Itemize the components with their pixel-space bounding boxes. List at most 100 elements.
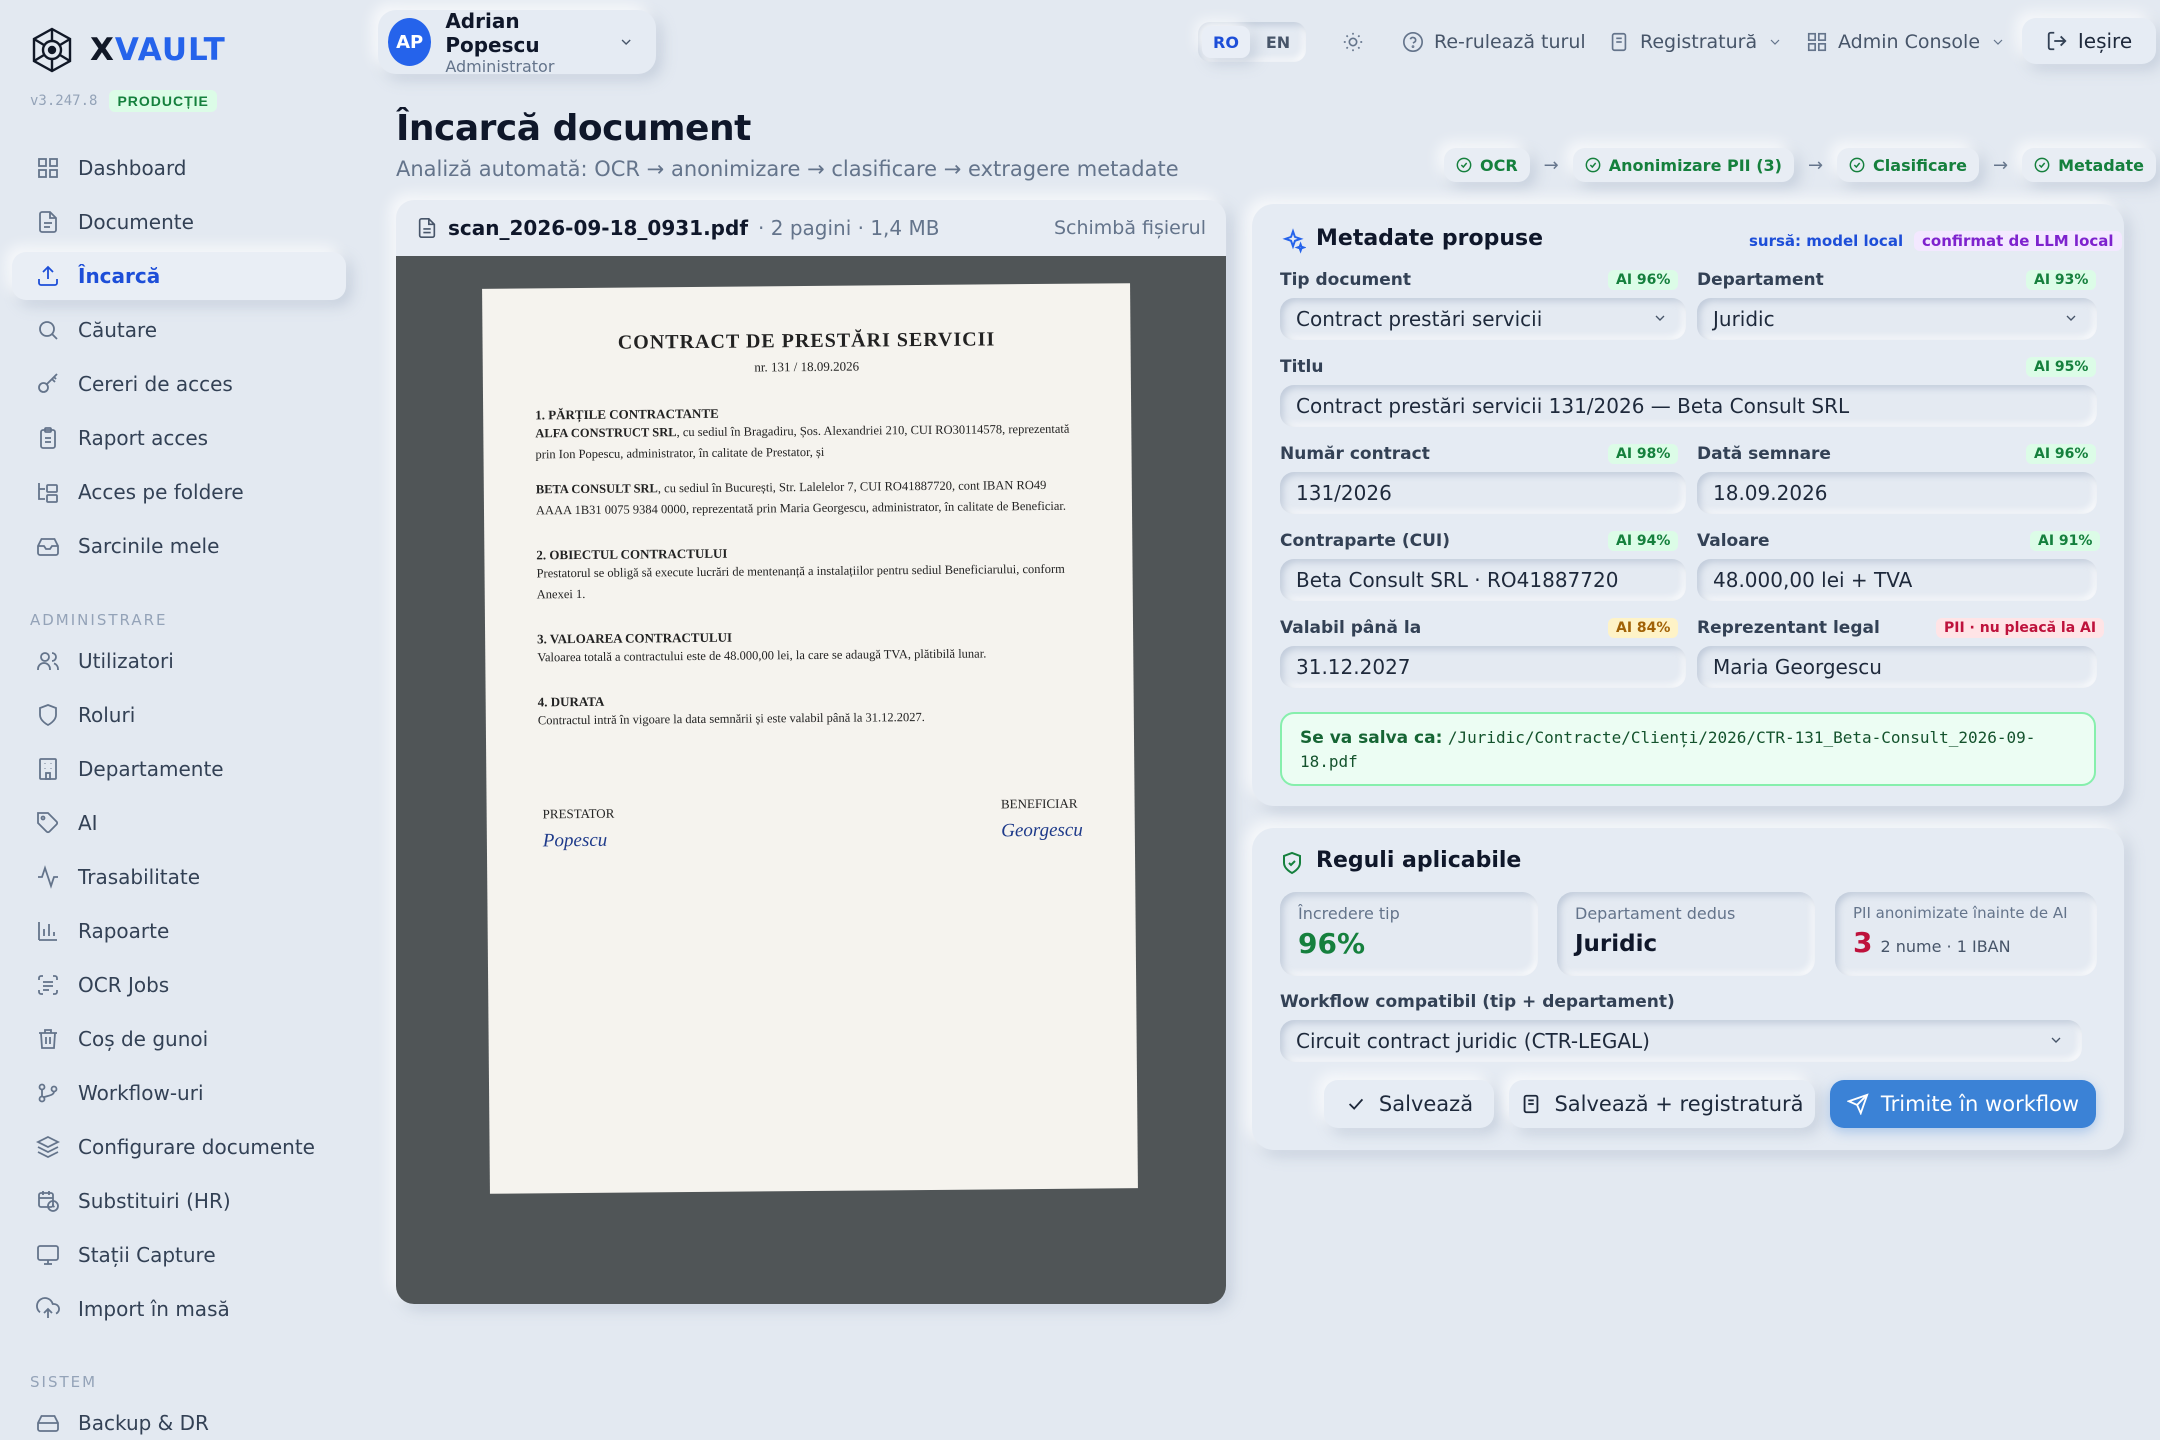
- sidebar-item-ai[interactable]: AI: [12, 799, 346, 847]
- sidebar-item-departamente[interactable]: Departamente: [12, 745, 346, 793]
- user-menu[interactable]: AP Adrian Popescu Administrator: [378, 9, 656, 76]
- sidebar-item-cereri-de-acces[interactable]: Cereri de acces: [12, 360, 346, 408]
- titlu-input[interactable]: Contract prestări servicii 131/2026 — Be…: [1280, 385, 2097, 427]
- sidebar-item-rapoarte[interactable]: Rapoarte: [12, 907, 346, 955]
- sidebar-item-roluri[interactable]: Roluri: [12, 691, 346, 739]
- sidebar-item-acces-pe-foldere[interactable]: Acces pe foldere: [12, 468, 346, 516]
- sidebar-item-ocr-jobs[interactable]: OCR Jobs: [12, 961, 346, 1009]
- inbox-icon: [37, 538, 59, 556]
- logout-button[interactable]: Ieșire: [2022, 18, 2156, 64]
- valoare-input[interactable]: 48.000,00 lei + TVA: [1697, 559, 2097, 601]
- trash-icon: [39, 1029, 57, 1049]
- file-text-icon: [418, 218, 436, 238]
- reprezentant-input[interactable]: Maria Georgescu: [1697, 646, 2097, 688]
- label-titlu: Titlu: [1280, 357, 1324, 377]
- file-name: scan_2026-09-18_0931.pdf: [448, 216, 749, 240]
- step-arrow: →: [1807, 154, 1824, 176]
- sidebar-item-backup-dr[interactable]: Backup & DR: [12, 1399, 346, 1440]
- cloud-upload-icon: [36, 1297, 60, 1318]
- file-meta: · 2 pagini · 1,4 MB: [758, 216, 940, 240]
- app-logo[interactable]: XVAULT: [28, 26, 226, 74]
- sidebar-item-încarcă[interactable]: Încarcă: [12, 252, 346, 300]
- logout-label: Ieșire: [2077, 29, 2133, 53]
- sidebar-item-label: Coș de gunoi: [78, 1027, 209, 1051]
- doc-title: CONTRACT DE PRESTĂRI SERVICII: [617, 328, 996, 354]
- version-info: v3.247.8 PRODUCȚIE: [30, 90, 217, 112]
- workflow-select[interactable]: Circuit contract juridic (CTR-LEGAL): [1280, 1020, 2082, 1062]
- sidebar-item-import-în-masă[interactable]: Import în masă: [12, 1285, 346, 1333]
- clipboard-icon: [40, 427, 56, 449]
- rerun-tour-button[interactable]: Re-rulează turul: [1402, 22, 1586, 62]
- sidebar-item-label: Substituiri (HR): [78, 1189, 231, 1213]
- folder-tree-icon: [38, 483, 58, 503]
- label-tip-document: Tip document: [1280, 270, 1412, 290]
- metadata-title: Metadate propuse: [1316, 226, 1544, 251]
- grid-icon: [1807, 32, 1827, 52]
- sidebar-item-label: Căutare: [78, 318, 158, 342]
- signature-right: BENEFICIAR Georgescu: [1000, 795, 1083, 842]
- sidebar-item-căutare[interactable]: Căutare: [12, 306, 346, 354]
- sidebar-item-label: Utilizatori: [78, 649, 174, 673]
- upload-icon: [38, 265, 58, 286]
- valabil-input[interactable]: 31.12.2027: [1280, 646, 1686, 688]
- stat-department: Departament dedus Juridic: [1557, 892, 1815, 976]
- sidebar-item-sarcinile-mele[interactable]: Sarcinile mele: [12, 522, 346, 570]
- monitor-icon: [37, 1245, 59, 1265]
- scan-text-icon: [38, 975, 58, 995]
- numar-contract-input[interactable]: 131/2026: [1280, 472, 1686, 514]
- sidebar-item-raport-acces[interactable]: Raport acces: [12, 414, 346, 462]
- scanned-page: CONTRACT DE PRESTĂRI SERVICII nr. 131 / …: [482, 283, 1138, 1194]
- theme-toggle[interactable]: [1342, 22, 1364, 62]
- admin-console-menu[interactable]: Admin Console: [1806, 22, 2006, 62]
- doc-paragraph: BETA CONSULT SRL, cu sediul în București…: [535, 477, 1067, 518]
- departament-select[interactable]: Juridic: [1697, 298, 2097, 340]
- lang-ro[interactable]: RO: [1202, 26, 1250, 58]
- sidebar-item-label: Stații Capture: [78, 1243, 216, 1267]
- sidebar-nav-main: Dashboard Documente Încarcă Căutare Cereri d…: [12, 144, 346, 576]
- doc-paragraph: ALFA CONSTRUCT SRL, cu sediul în Bragadi…: [535, 421, 1070, 462]
- label-workflow: Workflow compatibil (tip + departament): [1280, 992, 1675, 1012]
- sidebar-item-stații-capture[interactable]: Stații Capture: [12, 1231, 346, 1279]
- sidebar-item-configurare-documente[interactable]: Configurare documente: [12, 1123, 346, 1171]
- sidebar-item-workflow-uri[interactable]: Workflow-uri: [12, 1069, 346, 1117]
- save-button[interactable]: Salvează: [1324, 1080, 1494, 1128]
- key-icon: [38, 373, 58, 393]
- document-preview: CONTRACT DE PRESTĂRI SERVICII nr. 131 / …: [396, 256, 1226, 1304]
- file-icon: [39, 211, 57, 233]
- change-file-link[interactable]: Schimbă fișierul: [1054, 217, 1206, 239]
- lang-en[interactable]: EN: [1254, 26, 1302, 58]
- data-semnare-input[interactable]: 18.09.2026: [1697, 472, 2097, 514]
- sidebar-item-label: Roluri: [78, 703, 136, 727]
- stat-confidence: Încredere tip 96%: [1280, 892, 1538, 976]
- sidebar-item-label: Documente: [78, 210, 194, 234]
- sidebar-item-documente[interactable]: Documente: [12, 198, 346, 246]
- page-subtitle: Analiză automată: OCR → anonimizare → cl…: [396, 157, 1179, 181]
- registry-menu[interactable]: Registratură: [1608, 22, 1783, 62]
- contraparte-input[interactable]: Beta Consult SRL · RO41887720: [1280, 559, 1686, 601]
- sidebar-item-dashboard[interactable]: Dashboard: [12, 144, 346, 192]
- sidebar-item-trasabilitate[interactable]: Trasabilitate: [12, 853, 346, 901]
- confidence-badge: AI 96%: [2026, 444, 2097, 464]
- step-classification: Clasificare: [1837, 148, 1979, 182]
- tip-document-select[interactable]: Contract prestări servicii: [1280, 298, 1686, 340]
- vault-logo-icon: [32, 27, 72, 73]
- sidebar-item-label: Dashboard: [78, 156, 187, 180]
- sidebar-item-utilizatori[interactable]: Utilizatori: [12, 637, 346, 685]
- sidebar-item-substituiri-hr[interactable]: Substituiri (HR): [12, 1177, 346, 1225]
- label-data-semnare: Dată semnare: [1697, 444, 1831, 464]
- save-registry-button[interactable]: Salvează + registratură: [1509, 1080, 1815, 1128]
- git-branch-icon: [38, 1083, 58, 1103]
- send-workflow-button[interactable]: Trimite în workflow: [1830, 1080, 2096, 1128]
- source-label: sursă: model local: [1749, 232, 1904, 250]
- sidebar-item-label: Configurare documente: [78, 1135, 315, 1159]
- doc-paragraph: Prestatorul se obligă să execute lucrări…: [536, 561, 1065, 602]
- book-icon: [1524, 1094, 1539, 1114]
- bar-chart-icon: [38, 922, 57, 941]
- check-circle-icon: [1849, 157, 1865, 173]
- sidebar-item-label: Rapoarte: [78, 919, 170, 943]
- label-valoare: Valoare: [1697, 531, 1770, 551]
- save-path-box: Se va salva ca: /Juridic/Contracte/Clien…: [1280, 712, 2096, 786]
- confidence-badge-low: AI 84%: [1608, 618, 1679, 638]
- sidebar-item-coș-de-gunoi[interactable]: Coș de gunoi: [12, 1015, 346, 1063]
- book-icon: [1611, 32, 1627, 52]
